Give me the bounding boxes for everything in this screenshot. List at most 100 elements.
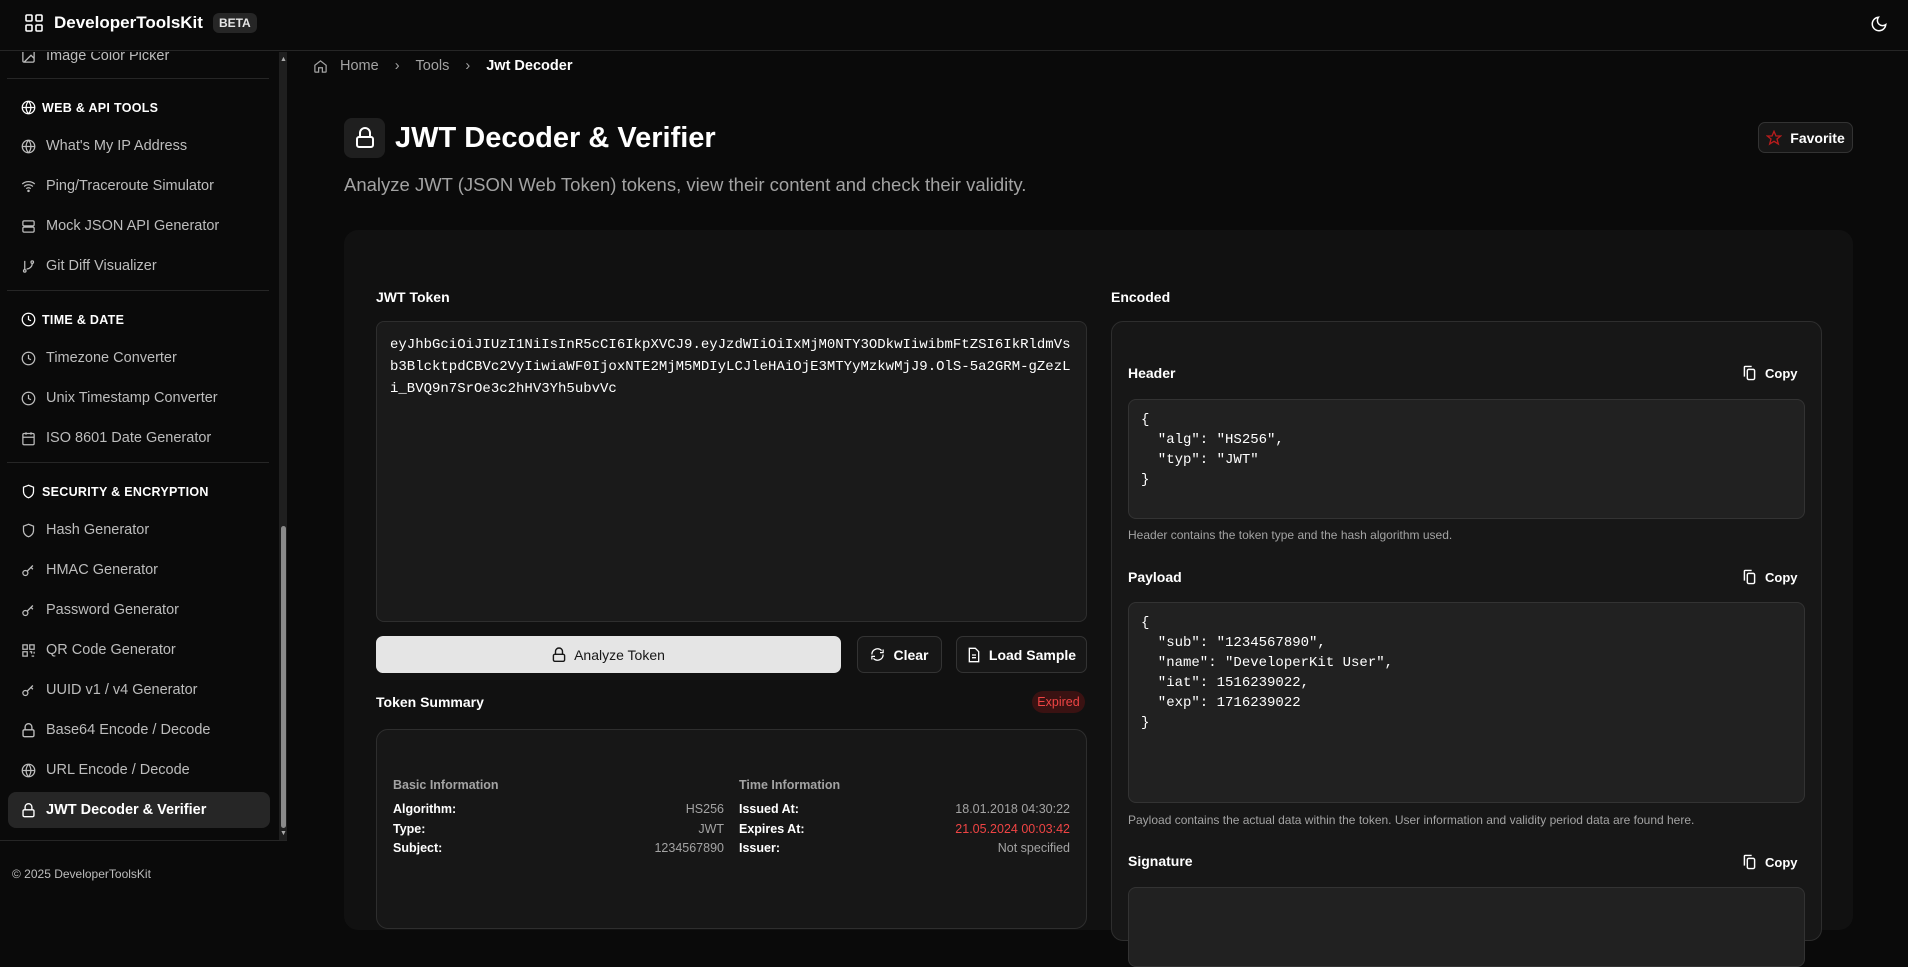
summary-value: JWT: [698, 821, 724, 836]
sidebar-item[interactable]: Ping/Traceroute Simulator: [8, 168, 270, 204]
sidebar-item[interactable]: Unix Timestamp Converter: [8, 380, 270, 416]
analyze-label: Analyze Token: [574, 646, 665, 663]
time-information-title: Time Information: [739, 778, 841, 792]
summary-key: Issued At:: [739, 802, 799, 816]
clock-icon: [21, 351, 36, 366]
sidebar-section-header: WEB & API TOOLS: [21, 100, 158, 115]
copy-signature-button[interactable]: Copy: [1742, 854, 1798, 870]
page-title: JWT Decoder & Verifier: [395, 122, 716, 154]
copy-icon: [1742, 569, 1757, 585]
image-icon: [21, 52, 36, 64]
summary-value: 21.05.2024 00:03:42: [955, 821, 1070, 836]
load-sample-button[interactable]: Load Sample: [956, 636, 1087, 673]
section-title: SECURITY & ENCRYPTION: [42, 484, 209, 499]
breadcrumb-home[interactable]: Home: [340, 58, 379, 74]
sidebar-item-label: Image Color Picker: [46, 52, 170, 64]
signature-box: [1128, 887, 1805, 967]
scroll-up-arrow-icon[interactable]: ▲: [280, 56, 287, 63]
star-icon: [1766, 129, 1783, 146]
summary-key: Expires At:: [739, 821, 805, 836]
header-label: Header: [1128, 365, 1176, 381]
jwt-token-input[interactable]: eyJhbGciOiJIUzI1NiIsInR5cCI6IkpXVCJ9.eyJ…: [376, 321, 1087, 622]
basic-information-title: Basic Information: [393, 778, 499, 792]
sidebar-item[interactable]: ISO 8601 Date Generator: [8, 420, 270, 456]
favorite-button[interactable]: Favorite: [1758, 122, 1853, 153]
sidebar-item-label: Base64 Encode / Decode: [46, 722, 211, 738]
sidebar: Image Color Picker WEB & API TOOLS What's …: [0, 52, 287, 840]
sidebar-item-label: HMAC Generator: [46, 562, 159, 578]
sidebar-item-label: Timezone Converter: [46, 350, 177, 366]
clock-icon: [21, 312, 36, 327]
sidebar-item[interactable]: UUID v1 / v4 Generator: [8, 672, 270, 708]
copy-label: Copy: [1765, 854, 1798, 870]
copy-header-button[interactable]: Copy: [1742, 365, 1798, 381]
copy-label: Copy: [1765, 365, 1798, 381]
breadcrumb-current: Jwt Decoder: [486, 58, 573, 74]
page-subtitle: Analyze JWT (JSON Web Token) tokens, vie…: [344, 174, 1027, 195]
sidebar-item[interactable]: Hash Generator: [8, 512, 270, 548]
summary-key: Issuer:: [739, 841, 780, 855]
sidebar-item-label: Password Generator: [46, 602, 179, 618]
summary-value: 18.01.2018 04:30:22: [955, 802, 1070, 816]
scroll-down-arrow-icon[interactable]: ▼: [280, 830, 287, 837]
summary-row: Type: JWT: [393, 822, 724, 842]
token-summary-box: Basic Information Algorithm: HS256 Type: JW…: [376, 729, 1087, 929]
theme-toggle-moon-icon[interactable]: [1870, 15, 1888, 33]
sidebar-item[interactable]: HMAC Generator: [8, 552, 270, 588]
sidebar-section-header: TIME & DATE: [21, 312, 124, 327]
summary-key: Type:: [393, 821, 426, 836]
copy-icon: [1742, 854, 1757, 870]
chevron-right-icon: ›: [394, 58, 400, 74]
breadcrumb: Home › Tools › Jwt Decoder: [313, 58, 572, 74]
sidebar-item[interactable]: URL Encode / Decode: [8, 752, 270, 788]
key-icon: [21, 563, 36, 578]
summary-row: Subject: 1234567890: [393, 841, 724, 861]
sidebar-item[interactable]: JWT Decoder & Verifier: [8, 792, 270, 828]
load-sample-label: Load Sample: [988, 646, 1077, 663]
time-information: Time Information Issued At: 18.01.2018 04…: [739, 778, 1070, 861]
sidebar-item[interactable]: QR Code Generator: [8, 632, 270, 668]
sidebar-item[interactable]: Git Diff Visualizer: [8, 248, 270, 284]
basic-information: Basic Information Algorithm: HS256 Type: JW…: [393, 778, 724, 861]
shield-icon: [21, 484, 36, 499]
sidebar-divider: [7, 78, 269, 79]
breadcrumb-tools[interactable]: Tools: [416, 58, 450, 74]
sidebar-item[interactable]: Base64 Encode / Decode: [8, 712, 270, 748]
lock-icon: [21, 722, 36, 738]
clock-icon: [21, 391, 36, 406]
sidebar-item[interactable]: Mock JSON API Generator: [8, 208, 270, 244]
lock-icon: [552, 646, 566, 663]
summary-row: Issued At: 18.01.2018 04:30:22: [739, 802, 1070, 822]
sidebar-item[interactable]: Password Generator: [8, 592, 270, 628]
copy-payload-button[interactable]: Copy: [1742, 569, 1798, 585]
clear-button[interactable]: Clear: [857, 636, 942, 673]
refresh-icon: [870, 647, 885, 662]
key-icon: [21, 603, 36, 618]
globe-icon: [21, 100, 36, 115]
branch-icon: [21, 259, 36, 274]
header-help-text: Header contains the token type and the h…: [1128, 528, 1453, 542]
app-name: DeveloperToolsKit: [54, 13, 203, 32]
clear-label: Clear: [893, 646, 929, 663]
section-title: WEB & API TOOLS: [42, 100, 159, 115]
sidebar-item-label: JWT Decoder & Verifier: [46, 802, 207, 818]
sidebar-item[interactable]: Image Color Picker: [8, 52, 270, 74]
sidebar-item[interactable]: Timezone Converter: [8, 340, 270, 376]
analyze-token-button[interactable]: Analyze Token: [376, 636, 841, 673]
sidebar-item-label: Unix Timestamp Converter: [46, 390, 218, 406]
lock-icon: [344, 118, 385, 158]
jwt-token-label: JWT Token: [376, 289, 450, 305]
sidebar-item-label: QR Code Generator: [46, 642, 176, 658]
status-badge: Expired: [1032, 691, 1085, 713]
qr-icon: [21, 643, 36, 658]
token-summary-title: Token Summary: [376, 694, 484, 710]
summary-value: HS256: [685, 802, 724, 816]
sidebar-item-label: ISO 8601 Date Generator: [46, 430, 212, 446]
sidebar-item[interactable]: What's My IP Address: [8, 128, 270, 164]
beta-badge: BETA: [212, 13, 257, 33]
summary-key: Subject:: [393, 841, 443, 855]
sidebar-item-label: Mock JSON API Generator: [46, 218, 220, 234]
sidebar-divider: [7, 290, 269, 291]
sidebar-scrollbar-thumb[interactable]: [281, 526, 286, 828]
brand-logo[interactable]: DeveloperToolsKit BETA: [24, 13, 257, 33]
